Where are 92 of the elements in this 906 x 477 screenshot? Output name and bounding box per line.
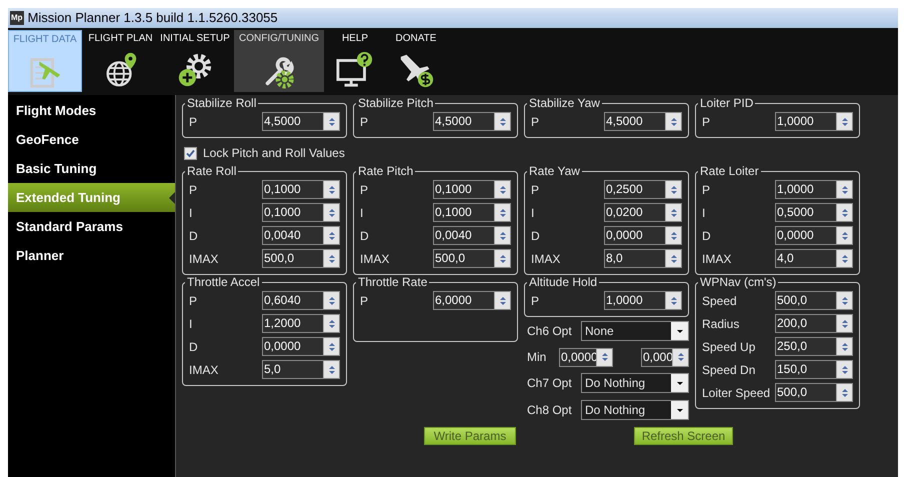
param-label: Speed Dn [702, 362, 756, 378]
param-label: D [702, 228, 712, 244]
spin-box[interactable]: 500,0 [262, 249, 340, 268]
group-title: Rate Roll [186, 165, 238, 178]
field-label: Ch6 Opt [527, 323, 573, 340]
group-title: Throttle Rate [357, 276, 428, 289]
group-title: Altitude Hold [528, 276, 598, 289]
param-label: P [189, 292, 198, 310]
param-label: P [531, 292, 540, 310]
spin-box[interactable]: 250,0 [775, 337, 853, 356]
spin-box[interactable]: 8,0 [604, 249, 682, 268]
spin-box[interactable]: 0,000 [641, 348, 689, 366]
group-title: WPNav (cm's) [699, 276, 778, 289]
param-label: Speed Up [702, 338, 756, 356]
param-label: IMAX [531, 250, 562, 268]
toolbar-tab[interactable]: CONFIG/TUNING [234, 30, 324, 92]
window-title: Mission Planner 1.3.5 build 1.1.5260.33055 [28, 9, 278, 28]
spin-box[interactable]: 500,0 [775, 383, 853, 402]
spin-box[interactable]: 0,1000 [262, 180, 340, 199]
spin-box[interactable]: 0,0040 [433, 226, 511, 245]
spin-box[interactable]: 200,0 [775, 314, 853, 333]
field-label: Ch8 Opt [527, 402, 573, 419]
spin-box[interactable]: 4,5000 [604, 112, 682, 131]
param-label: P [189, 182, 198, 198]
spin-box[interactable]: 4,0 [775, 249, 853, 268]
spin-box[interactable]: 1,0000 [604, 291, 682, 310]
param-label: I [189, 204, 194, 222]
group-title: Rate Yaw [528, 165, 581, 178]
param-label: P [531, 182, 540, 198]
param-label: P [360, 114, 370, 130]
param-label: D [189, 338, 199, 356]
param-label: P [702, 114, 712, 130]
spin-box[interactable]: 6,0000 [433, 291, 511, 310]
param-label: P [360, 182, 370, 198]
spin-box[interactable]: 5,0 [262, 360, 340, 379]
group-title: Loiter PID [699, 97, 754, 110]
field-label: Ch7 Opt [527, 375, 573, 392]
toolbar-tab[interactable]: INITIAL SETUP [159, 30, 231, 92]
spin-box[interactable]: 0,1000 [262, 203, 340, 222]
spin-box[interactable]: 1,0000 [775, 180, 853, 199]
spin-box[interactable]: 500,0 [775, 291, 853, 310]
spin-box[interactable]: 4,5000 [262, 112, 340, 131]
spin-box[interactable]: 1,2000 [262, 314, 340, 333]
checkbox-label: Lock Pitch and Roll Values [203, 145, 345, 162]
param-label: IMAX [702, 250, 732, 268]
spin-box[interactable]: 0,0000 [775, 226, 853, 245]
param-label: P [189, 114, 198, 130]
dropdown[interactable]: Do Nothing [581, 373, 689, 393]
param-label: I [531, 204, 536, 222]
toolbar-tab[interactable]: HELP [327, 30, 383, 92]
spin-box[interactable]: 0,0000 [604, 226, 682, 245]
param-label: D [531, 228, 541, 244]
param-label: I [189, 316, 194, 332]
param-label: D [189, 228, 199, 244]
group-title: Rate Pitch [357, 165, 414, 178]
param-label: P [702, 182, 712, 198]
param-label: D [360, 228, 370, 244]
action-button[interactable]: Refresh Screen [634, 427, 733, 445]
param-label: P [360, 292, 370, 310]
spin-box[interactable]: 0,2500 [604, 180, 682, 199]
param-label: Speed [702, 292, 738, 310]
dropdown[interactable]: None [581, 321, 689, 341]
group-title: Rate Loiter [699, 165, 760, 178]
spin-box[interactable]: 150,0 [775, 360, 853, 379]
spin-box[interactable]: 4,5000 [433, 112, 511, 131]
spin-box[interactable]: 0,0040 [262, 226, 340, 245]
group-title: Throttle Accel [186, 276, 261, 289]
toolbar-tab[interactable]: DONATE [386, 30, 446, 92]
param-label: I [702, 204, 706, 222]
field-label: Min [527, 349, 548, 366]
spin-box[interactable]: 0,0000 [262, 337, 340, 356]
action-button[interactable]: Write Params [424, 427, 516, 445]
toolbar-tab[interactable]: FLIGHT PLAN [85, 30, 156, 92]
app-logo: Mp [10, 11, 24, 25]
spin-box[interactable]: 0,5000 [775, 203, 853, 222]
group-title: Stabilize Roll [186, 97, 258, 110]
spin-box[interactable]: 0,6040 [262, 291, 340, 310]
param-label: I [360, 204, 364, 222]
spin-box[interactable]: 0,0200 [604, 203, 682, 222]
spin-box[interactable]: 500,0 [433, 249, 511, 268]
group-title: Stabilize Yaw [528, 97, 601, 110]
spin-box[interactable]: 0,1000 [433, 203, 511, 222]
param-label: IMAX [360, 250, 390, 268]
param-label: IMAX [189, 362, 220, 378]
spin-box[interactable]: 0,1000 [433, 180, 511, 199]
param-label: P [531, 114, 540, 130]
dropdown[interactable]: Do Nothing [581, 400, 689, 420]
param-label: Loiter Speed [702, 384, 772, 402]
spin-box[interactable]: 1,0000 [775, 112, 853, 131]
group-title: Stabilize Pitch [357, 97, 434, 110]
param-label: Radius [702, 316, 740, 332]
param-label: IMAX [189, 250, 220, 268]
